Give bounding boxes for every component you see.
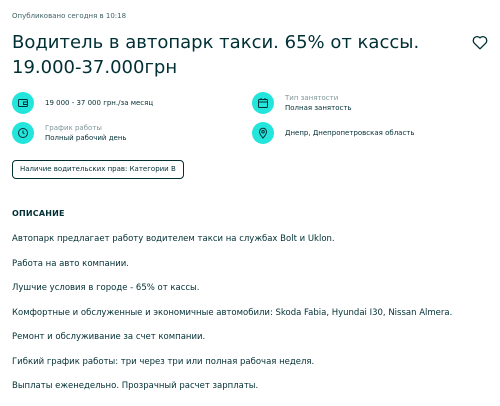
- clock-icon: [12, 122, 34, 144]
- employment-type-label: Тип занятости: [285, 94, 339, 102]
- employment-type-info: Тип занятости Полная занятость: [252, 92, 352, 114]
- published-date: Опубликовано сегодня в 10:18: [12, 12, 127, 20]
- description-line: Автопарк предлагает работу водителем так…: [12, 234, 335, 244]
- location-pin-icon: [252, 122, 274, 144]
- schedule-value: Полный рабочий день: [45, 134, 127, 142]
- favorite-button[interactable]: [471, 33, 489, 51]
- description-line: Комфортные и обслуженные и экономичные а…: [12, 307, 453, 318]
- license-tag[interactable]: Наличие водительских прав: Категории B: [12, 160, 184, 179]
- description-heading: ОПИСАНИЕ: [12, 209, 65, 218]
- location-value: Днепр, Днепропетровская область: [285, 129, 415, 137]
- description-line: Гибкий график работы: три через три или …: [12, 356, 315, 367]
- employment-type-value: Полная занятость: [285, 104, 352, 112]
- schedule-label: График работы: [45, 124, 102, 132]
- description-line: Лушчие условия в городе - 65% от кассы.: [12, 283, 200, 293]
- salary-info: 19 000 - 37 000 грн./за месяц: [12, 92, 153, 114]
- calendar-icon: [252, 92, 274, 114]
- wallet-icon: [12, 92, 34, 114]
- description-body: Автопарк предлагает работу водителем так…: [12, 234, 488, 406]
- salary-value: 19 000 - 37 000 грн./за месяц: [45, 99, 154, 107]
- description-line: Выплаты еженедельно. Прозрачный расчет з…: [12, 381, 259, 391]
- page-title: Водитель в автопарк такси. 65% от кассы.…: [12, 32, 420, 78]
- description-line: Работа на авто компании.: [12, 258, 129, 269]
- schedule-info: График работы Полный рабочий день: [12, 122, 127, 144]
- description-line: Ремонт и обслуживание за счет компании.: [12, 332, 206, 342]
- heart-outline-icon: [472, 35, 488, 49]
- location-info: Днепр, Днепропетровская область: [252, 122, 415, 144]
